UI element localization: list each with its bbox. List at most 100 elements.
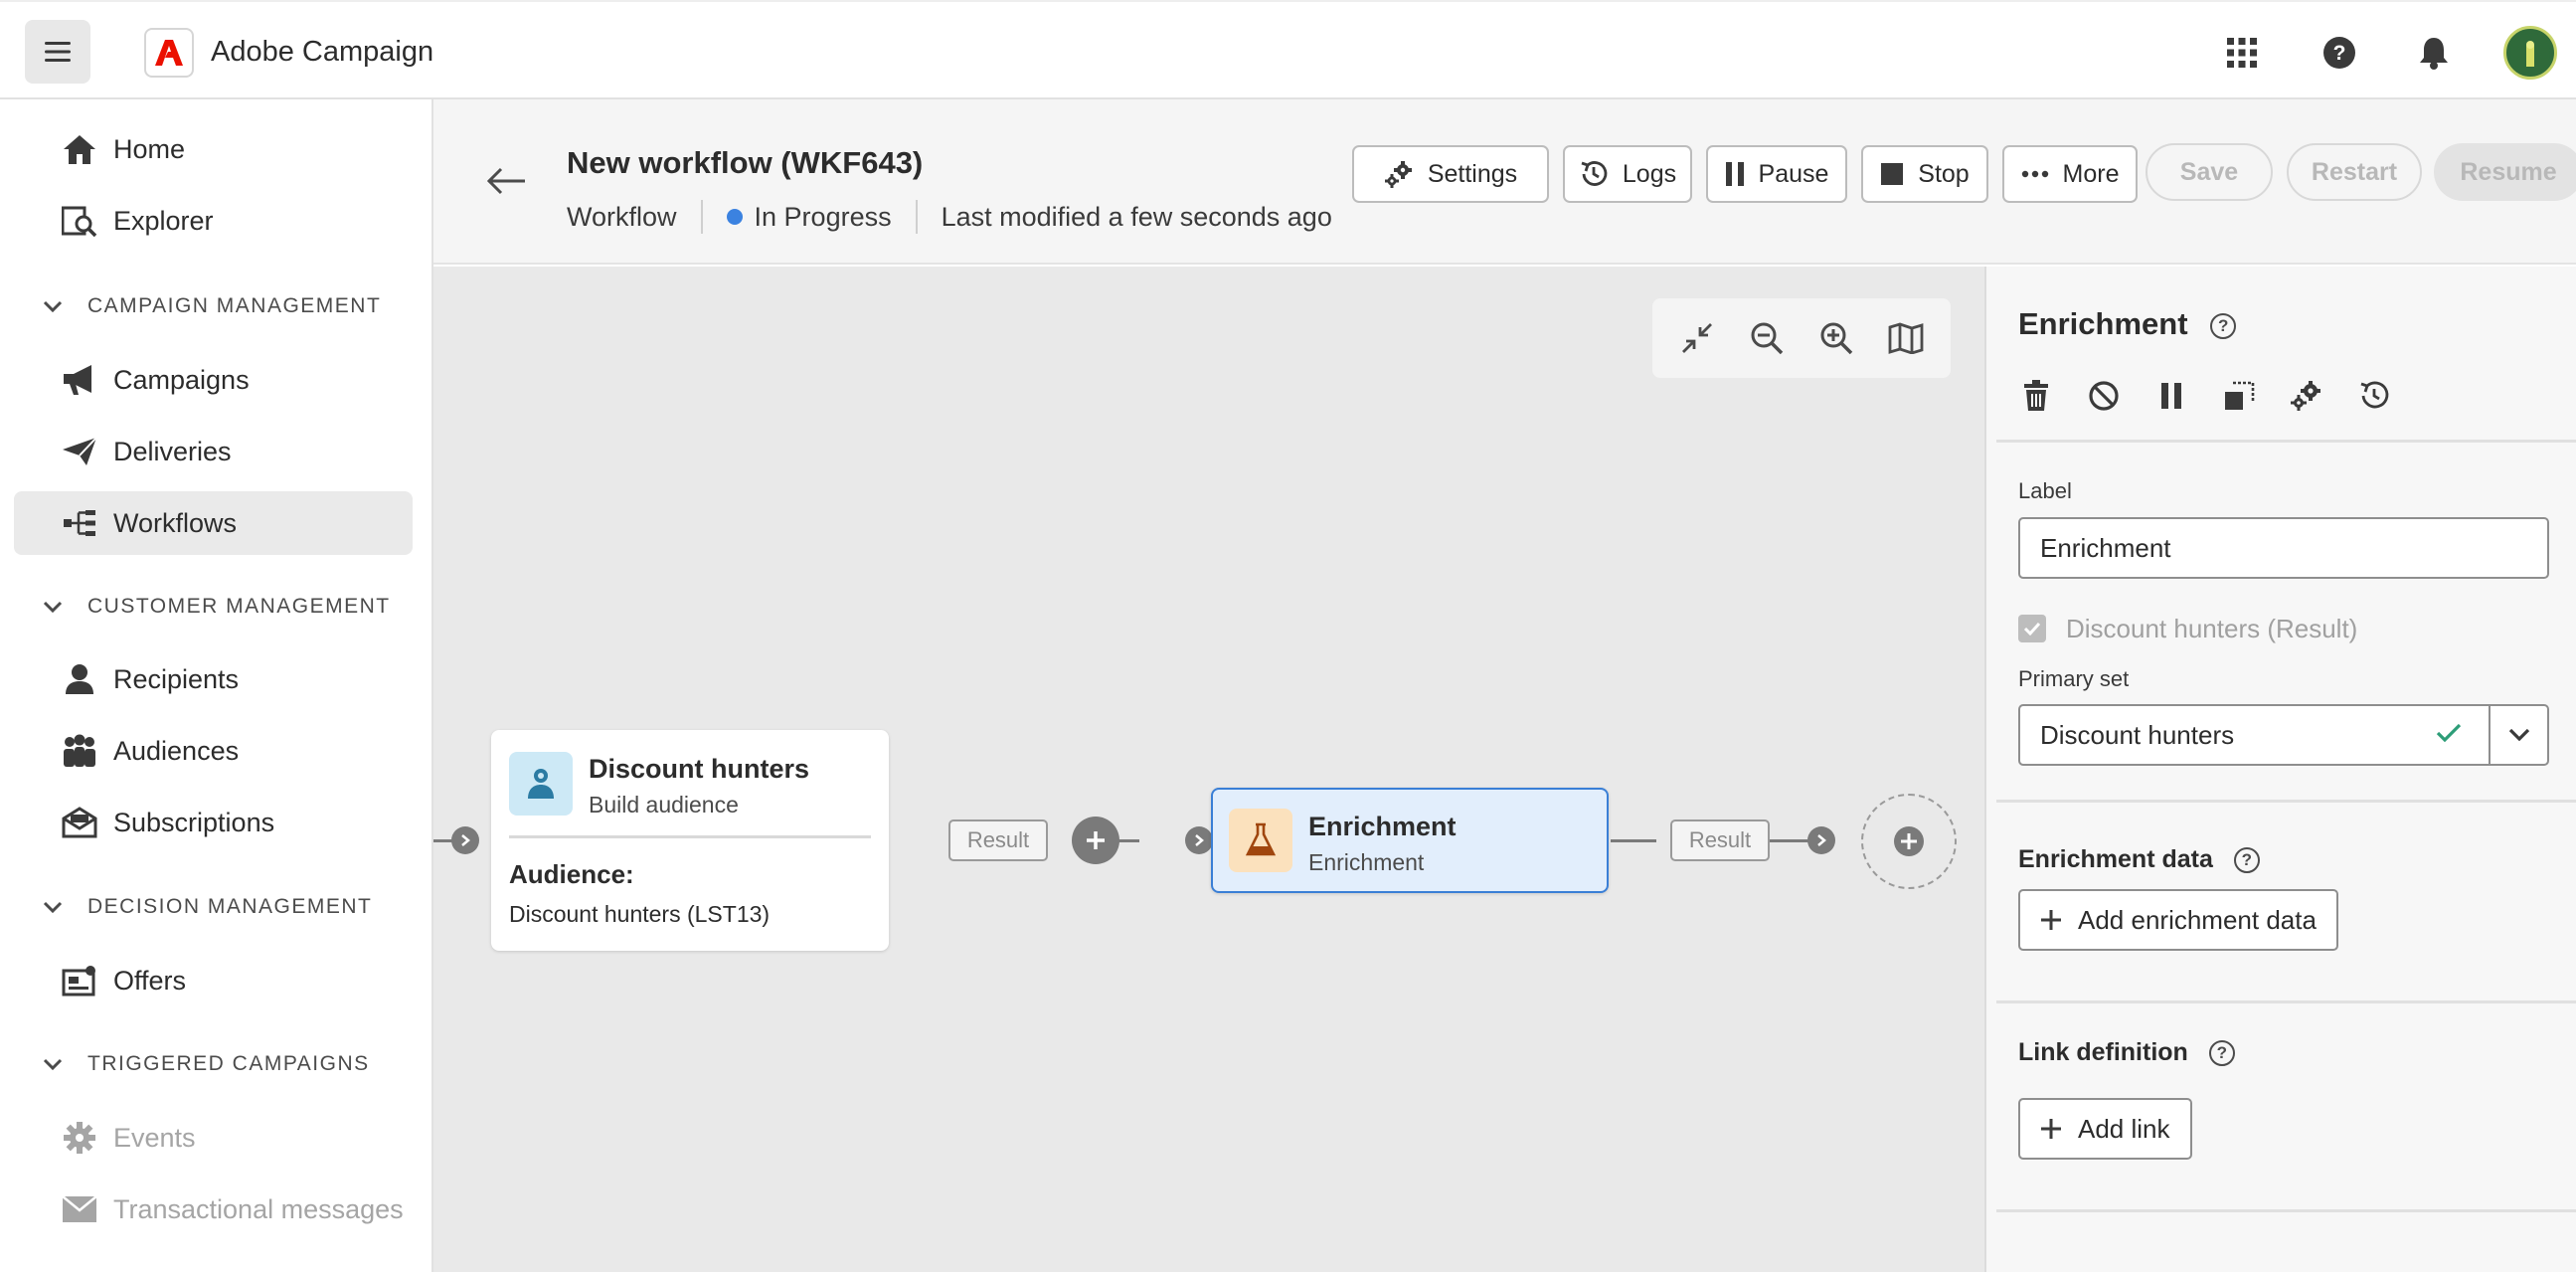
result-transition-label[interactable]: Result: [1670, 819, 1770, 861]
audience-value: Discount hunters (LST13): [509, 901, 771, 927]
canvas-zoom-toolbar: [1652, 298, 1951, 378]
add-next-activity-button[interactable]: [1861, 794, 1957, 889]
settings-icon[interactable]: [2285, 374, 2328, 418]
menu-toggle-button[interactable]: [25, 20, 90, 84]
page-title: New workflow (WKF643): [567, 145, 924, 180]
logs-button[interactable]: Logs: [1563, 145, 1692, 203]
delete-icon[interactable]: [2014, 374, 2058, 418]
result-transition-label[interactable]: Result: [948, 819, 1048, 861]
sidebar-item-audiences[interactable]: Audiences: [14, 719, 413, 783]
checkbox-label: Discount hunters (Result): [2066, 613, 2358, 643]
disable-icon[interactable]: [2082, 374, 2126, 418]
primary-set-select[interactable]: Discount hunters: [2018, 704, 2549, 766]
sidebar-section-triggered-campaigns[interactable]: TRIGGERED CAMPAIGNS: [40, 1044, 370, 1084]
workflow-header: New workflow (WKF643) Workflow In Progre…: [433, 99, 2576, 265]
pause-icon: [1725, 161, 1745, 187]
settings-button[interactable]: Settings: [1352, 145, 1549, 203]
audience-label: Audience:: [509, 859, 634, 889]
megaphone-icon: [60, 360, 99, 400]
sidebar-item-offers[interactable]: Offers: [14, 949, 413, 1012]
sidebar-item-label: Home: [113, 133, 186, 164]
pause-button[interactable]: Pause: [1706, 145, 1847, 203]
offer-icon: [60, 961, 99, 1000]
chevron-down-icon: [40, 594, 66, 620]
node-input-port-icon: [451, 826, 479, 854]
chevron-down-icon[interactable]: [2491, 706, 2547, 764]
sidebar-item-home[interactable]: Home: [14, 117, 413, 181]
help-icon[interactable]: ?: [2210, 312, 2237, 339]
checkmark-icon: [2023, 622, 2041, 636]
sidebar-item-campaigns[interactable]: Campaigns: [14, 348, 413, 412]
workflow-type: Workflow: [567, 201, 677, 232]
button-label: Add link: [2078, 1113, 2170, 1144]
add-enrichment-data-button[interactable]: Add enrichment data: [2018, 889, 2338, 951]
settings-label: Settings: [1427, 159, 1518, 188]
last-modified: Last modified a few seconds ago: [941, 201, 1332, 232]
button-label: Add enrichment data: [2078, 904, 2317, 935]
arrow-left-icon: [487, 167, 525, 195]
zoom-out-icon[interactable]: [1742, 313, 1792, 363]
sidebar-item-events[interactable]: Events: [14, 1106, 413, 1170]
sidebar-item-transactional-messages[interactable]: Transactional messages: [14, 1178, 413, 1241]
primary-set-label: Primary set: [2018, 666, 2130, 691]
panel-title: Enrichment ?: [2018, 306, 2237, 342]
hamburger-icon: [45, 42, 71, 62]
sidebar-item-label: Deliveries: [113, 436, 232, 466]
sidebar-item-workflows[interactable]: Workflows: [14, 491, 413, 555]
help-icon[interactable]: ?: [2233, 847, 2260, 874]
pause-label: Pause: [1758, 159, 1829, 188]
plus-icon: [2040, 1118, 2062, 1140]
build-audience-node[interactable]: Discount hunters Build audience Audience…: [491, 730, 889, 951]
user-avatar[interactable]: [2503, 26, 2557, 80]
node-title: Discount hunters: [589, 754, 810, 784]
zoom-in-icon[interactable]: [1811, 313, 1861, 363]
help-icon[interactable]: ?: [2208, 1040, 2235, 1067]
enrichment-node[interactable]: Enrichment Enrichment: [1211, 788, 1609, 893]
fit-to-screen-icon[interactable]: [1672, 313, 1722, 363]
notifications-bell-icon[interactable]: [2409, 28, 2459, 78]
sidebar-item-deliveries[interactable]: Deliveries: [14, 420, 413, 483]
minimap-icon[interactable]: [1881, 313, 1931, 363]
top-header: Adobe Campaign ?: [0, 0, 2576, 99]
section-title: TRIGGERED CAMPAIGNS: [87, 1052, 370, 1075]
more-button[interactable]: More: [2002, 145, 2138, 203]
chevron-down-icon: [40, 894, 66, 920]
help-icon[interactable]: ?: [2315, 28, 2364, 78]
gears-icon: [1384, 160, 1414, 188]
discount-hunters-result-checkbox[interactable]: [2018, 615, 2046, 642]
stop-icon: [1880, 162, 1904, 186]
divider: [915, 200, 918, 234]
left-sidebar: Home Explorer CAMPAIGN MANAGEMENT Campai…: [0, 99, 433, 1272]
pause-icon[interactable]: [2149, 374, 2193, 418]
sidebar-section-customer-management[interactable]: CUSTOMER MANAGEMENT: [40, 587, 391, 627]
label-input[interactable]: Enrichment: [2018, 517, 2549, 579]
adobe-logo[interactable]: [144, 28, 194, 78]
primary-set-value: Discount hunters: [2040, 720, 2235, 750]
divider: [1996, 1000, 2576, 1003]
explorer-icon: [60, 201, 99, 241]
history-icon[interactable]: [2352, 374, 2396, 418]
link-definition-section-title: Link definition ?: [2018, 1038, 2235, 1067]
sidebar-item-recipients[interactable]: Recipients: [14, 647, 413, 711]
copy-icon[interactable]: [2217, 374, 2261, 418]
adobe-logo-icon: [155, 40, 183, 66]
apps-grid-icon[interactable]: [2217, 28, 2267, 78]
audience-users-icon: [509, 752, 573, 816]
sidebar-item-explorer[interactable]: Explorer: [14, 189, 413, 253]
back-button[interactable]: [481, 159, 533, 203]
app-name[interactable]: Adobe Campaign: [211, 36, 433, 69]
resume-button[interactable]: Resume: [2434, 143, 2576, 201]
save-button[interactable]: Save: [2146, 143, 2273, 201]
add-activity-button[interactable]: [1072, 817, 1119, 864]
sidebar-item-subscriptions[interactable]: Subscriptions: [14, 791, 413, 854]
sidebar-item-label: Offers: [113, 965, 187, 996]
plus-icon: [2040, 909, 2062, 931]
label-field-label: Label: [2018, 478, 2072, 503]
workflow-canvas[interactable]: Discount hunters Build audience Audience…: [433, 267, 1984, 1272]
restart-button[interactable]: Restart: [2287, 143, 2422, 201]
node-title: Enrichment: [1308, 812, 1457, 841]
add-link-button[interactable]: Add link: [2018, 1098, 2192, 1160]
stop-button[interactable]: Stop: [1861, 145, 1988, 203]
sidebar-section-campaign-management[interactable]: CAMPAIGN MANAGEMENT: [40, 286, 381, 326]
sidebar-section-decision-management[interactable]: DECISION MANAGEMENT: [40, 887, 372, 927]
